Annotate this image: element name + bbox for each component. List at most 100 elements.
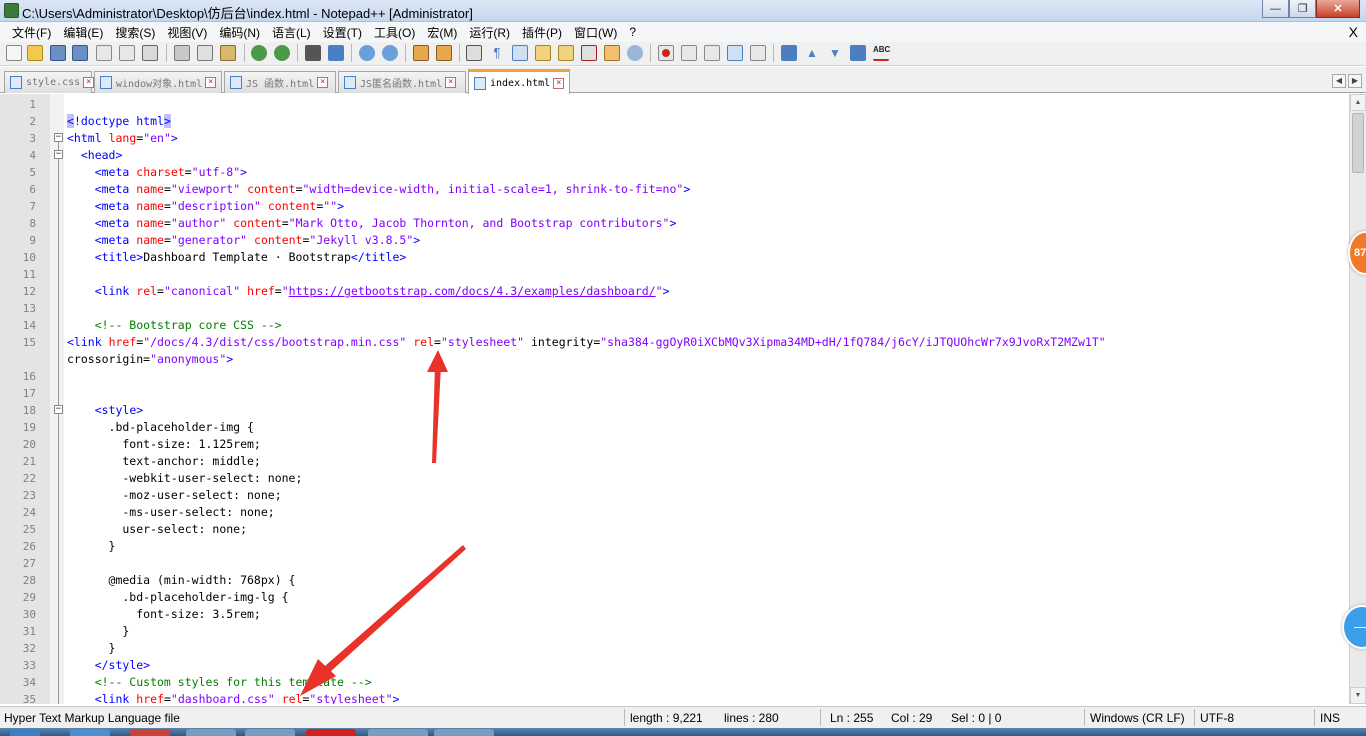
copy-icon[interactable] (197, 45, 213, 61)
code-text: font-size: 1.125rem; (67, 437, 261, 451)
spell-check-icon[interactable]: ABC (873, 45, 890, 61)
user-language-icon[interactable] (535, 45, 551, 61)
print-icon[interactable] (142, 45, 158, 61)
menu-window[interactable]: 窗口(W) (568, 24, 623, 41)
menu-run[interactable]: 运行(R) (463, 24, 516, 41)
menu-help[interactable]: ? (623, 25, 642, 39)
menu-settings[interactable]: 设置(T) (317, 24, 368, 41)
code-editor[interactable]: 1 2 <!doctype html> 3− <html lang="en"> 4− <h… (0, 94, 1366, 704)
toolbar-separator (297, 44, 298, 62)
file-icon (474, 76, 486, 90)
save-macro-icon[interactable] (750, 45, 766, 61)
line-number: 19 (22, 421, 36, 434)
taskbar-item[interactable] (245, 729, 295, 736)
code-text: <meta name="description" content=""> (94, 199, 345, 213)
code-line: 26 } (0, 538, 1340, 555)
tab-window-object-html[interactable]: window对象.html × (94, 71, 222, 93)
show-all-characters-icon[interactable]: ¶ (489, 45, 505, 61)
word-wrap-icon[interactable] (466, 45, 482, 61)
windows-taskbar (0, 728, 1366, 736)
monitoring-icon[interactable] (627, 45, 643, 61)
code-text: <style> (94, 403, 144, 417)
menu-macro[interactable]: 宏(M) (421, 24, 463, 41)
fold-toggle-icon[interactable]: − (54, 405, 63, 414)
tab-index-html[interactable]: index.html × (468, 69, 570, 94)
expand-all-icon[interactable] (850, 45, 866, 61)
taskbar-item[interactable] (130, 729, 170, 736)
tab-close-icon[interactable]: × (445, 77, 457, 88)
status-insert-mode: INS (1320, 711, 1341, 725)
tab-js-anonymous-function-html[interactable]: JS匿名函数.html × (338, 71, 466, 93)
play-macro-icon[interactable] (704, 45, 720, 61)
replace-icon[interactable] (328, 45, 344, 61)
fold-toggle-icon[interactable]: − (54, 150, 63, 159)
minimize-button[interactable]: — (1262, 0, 1289, 18)
undo-icon[interactable] (251, 45, 267, 61)
scroll-down-icon[interactable]: ▼ (1350, 687, 1366, 704)
menu-edit[interactable]: 编辑(E) (57, 24, 109, 41)
cut-icon[interactable] (174, 45, 190, 61)
maximize-button[interactable]: ❐ (1289, 0, 1316, 18)
run-macro-multiple-icon[interactable] (727, 45, 743, 61)
line-number: 35 (22, 693, 36, 704)
taskbar-item[interactable] (434, 729, 494, 736)
scrollbar-thumb[interactable] (1352, 113, 1364, 173)
tab-close-icon[interactable]: × (205, 77, 217, 88)
line-number: 1 (29, 98, 36, 111)
close-all-icon[interactable] (119, 45, 135, 61)
tab-scroll-right-icon[interactable]: ▶ (1348, 74, 1362, 88)
taskbar-item[interactable] (368, 729, 428, 736)
start-button[interactable] (10, 729, 40, 736)
line-number: 26 (22, 540, 36, 553)
zoom-in-icon[interactable] (359, 45, 375, 61)
taskbar-item[interactable] (306, 729, 356, 736)
tab-js-function-html[interactable]: JS 函数.html × (224, 71, 336, 93)
redo-icon[interactable] (274, 45, 290, 61)
close-document-button[interactable]: X (1349, 24, 1358, 40)
save-icon[interactable] (50, 45, 66, 61)
move-up-icon[interactable]: ▲ (804, 45, 820, 61)
code-text: <link href="dashboard.css" rel="styleshe… (94, 692, 400, 704)
code-text: <!-- Custom styles for this template --> (67, 675, 372, 689)
taskbar-item[interactable] (70, 729, 110, 736)
menu-file[interactable]: 文件(F) (6, 24, 57, 41)
menu-tools[interactable]: 工具(O) (368, 24, 421, 41)
scroll-up-icon[interactable]: ▲ (1350, 94, 1366, 111)
tab-style-css[interactable]: style.css × (4, 71, 95, 93)
code-text: <html lang="en"> (67, 131, 178, 145)
menu-language[interactable]: 语言(L) (266, 24, 317, 41)
folder-workspace-icon[interactable] (604, 45, 620, 61)
fold-toggle-icon[interactable]: − (54, 133, 63, 142)
code-line: 34 <!-- Custom styles for this template … (0, 674, 1340, 691)
indent-guide-icon[interactable] (512, 45, 528, 61)
line-number: 10 (22, 251, 36, 264)
close-file-icon[interactable] (96, 45, 112, 61)
menu-search[interactable]: 搜索(S) (109, 24, 161, 41)
close-button[interactable]: ✕ (1316, 0, 1360, 18)
paste-icon[interactable] (220, 45, 236, 61)
tab-close-icon[interactable]: × (317, 77, 329, 88)
function-list-icon[interactable] (581, 45, 597, 61)
status-lines: lines : 280 (724, 711, 779, 725)
zoom-out-icon[interactable] (382, 45, 398, 61)
menu-plugins[interactable]: 插件(P) (516, 24, 568, 41)
collapse-all-icon[interactable] (781, 45, 797, 61)
document-map-icon[interactable] (558, 45, 574, 61)
save-all-icon[interactable] (72, 45, 88, 61)
line-number: 32 (22, 642, 36, 655)
move-down-icon[interactable]: ▼ (827, 45, 843, 61)
taskbar-item[interactable] (186, 729, 236, 736)
code-line: 18 − <style> (0, 402, 1340, 419)
tab-close-icon[interactable]: × (553, 77, 565, 89)
stop-macro-icon[interactable] (681, 45, 697, 61)
menu-encoding[interactable]: 编码(N) (213, 24, 266, 41)
tab-close-icon[interactable]: × (83, 77, 95, 88)
menu-view[interactable]: 视图(V) (161, 24, 213, 41)
open-file-icon[interactable] (27, 45, 43, 61)
sync-horizontal-icon[interactable] (436, 45, 452, 61)
new-file-icon[interactable] (6, 45, 22, 61)
find-icon[interactable] (305, 45, 321, 61)
sync-vertical-icon[interactable] (413, 45, 429, 61)
record-macro-icon[interactable] (658, 45, 674, 61)
tab-scroll-left-icon[interactable]: ◀ (1332, 74, 1346, 88)
